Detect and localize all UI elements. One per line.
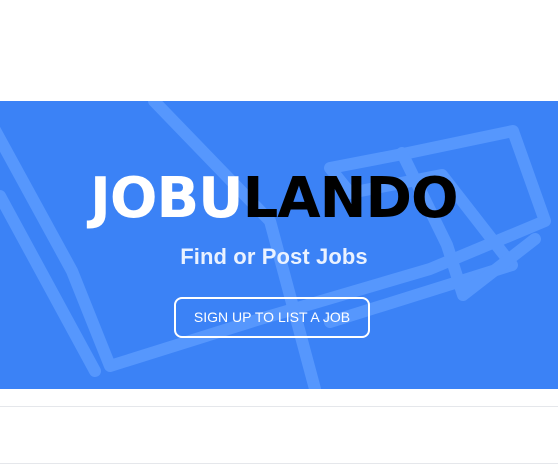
top-blank-area (0, 0, 558, 101)
page: JOBULANDO Find or Post Jobs SIGN UP TO L… (0, 0, 558, 474)
sign-up-to-list-job-button[interactable]: SIGN UP TO LIST A JOB (174, 297, 370, 338)
section-divider-bottom (0, 463, 558, 464)
brand-logo-text: JOBULANDO (90, 164, 470, 234)
brand-text-black: LANDO (242, 166, 459, 231)
hero-banner: JOBULANDO Find or Post Jobs SIGN UP TO L… (0, 101, 558, 389)
hero-subtitle: Find or Post Jobs (180, 244, 368, 269)
brand-text-white: JOBU (90, 166, 244, 231)
hero-content: JOBULANDO Find or Post Jobs SIGN UP TO L… (0, 101, 558, 389)
section-divider-top (0, 406, 558, 407)
content-area (0, 389, 558, 474)
